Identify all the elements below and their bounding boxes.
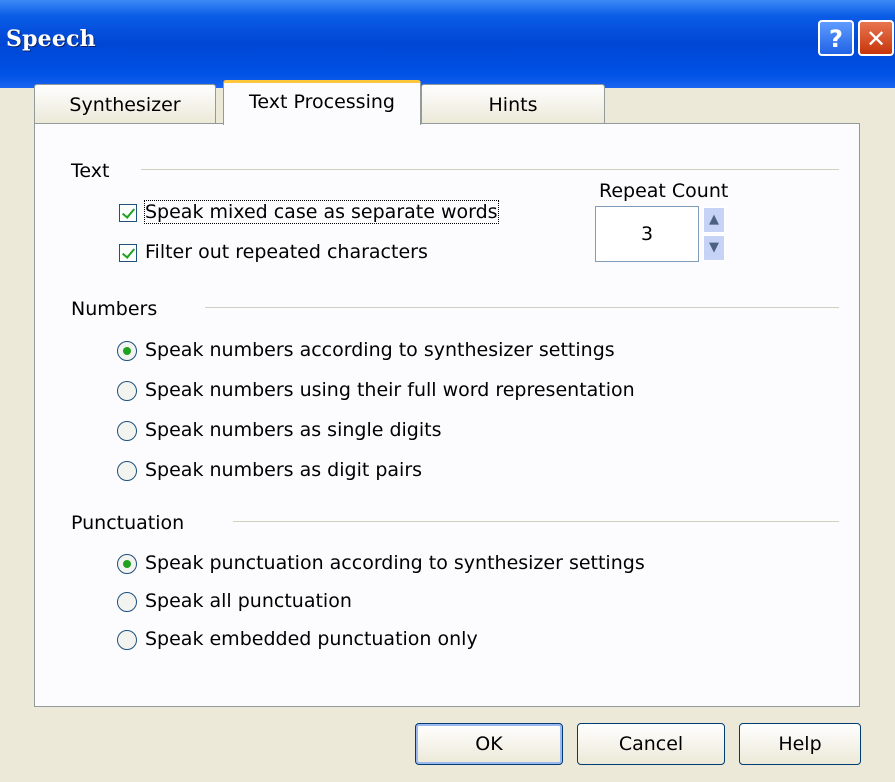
text-processing-panel: Text Speak mixed case as separate words … bbox=[34, 123, 860, 707]
repeat-count-input[interactable]: 3 bbox=[595, 206, 699, 262]
window-title: Speech bbox=[6, 26, 96, 52]
help-icon[interactable]: ? bbox=[818, 20, 854, 56]
numbers-full-word-radio[interactable] bbox=[117, 381, 137, 401]
repeat-count-label: Repeat Count bbox=[599, 180, 729, 202]
mixed-case-label[interactable]: Speak mixed case as separate words bbox=[144, 200, 499, 224]
numbers-digit-pairs-label[interactable]: Speak numbers as digit pairs bbox=[145, 459, 422, 481]
mixed-case-checkbox[interactable] bbox=[119, 204, 137, 222]
numbers-full-word-label[interactable]: Speak numbers using their full word repr… bbox=[145, 379, 635, 401]
title-bar[interactable]: Speech ? ✕ bbox=[0, 0, 895, 88]
speech-dialog: Speech ? ✕ Synthesizer Text Processing H… bbox=[0, 0, 895, 782]
close-icon[interactable]: ✕ bbox=[858, 20, 894, 56]
cancel-button[interactable]: Cancel bbox=[577, 723, 725, 765]
tab-text-processing[interactable]: Text Processing bbox=[223, 80, 421, 125]
text-group-divider bbox=[141, 169, 839, 170]
numbers-single-digits-label[interactable]: Speak numbers as single digits bbox=[145, 419, 442, 441]
ok-button[interactable]: OK bbox=[415, 723, 563, 765]
numbers-single-digits-radio[interactable] bbox=[117, 421, 137, 441]
numbers-digit-pairs-radio[interactable] bbox=[117, 461, 137, 481]
punct-embedded-label[interactable]: Speak embedded punctuation only bbox=[145, 628, 478, 650]
numbers-group-divider bbox=[205, 307, 839, 308]
filter-repeated-label[interactable]: Filter out repeated characters bbox=[145, 241, 428, 263]
spin-down-icon[interactable]: ▼ bbox=[703, 235, 725, 261]
numbers-synth-radio[interactable] bbox=[117, 341, 137, 361]
punct-all-label[interactable]: Speak all punctuation bbox=[145, 590, 352, 612]
tab-synthesizer[interactable]: Synthesizer bbox=[34, 84, 216, 124]
numbers-group-label: Numbers bbox=[71, 298, 158, 320]
punct-synth-radio[interactable] bbox=[117, 554, 137, 574]
punct-embedded-radio[interactable] bbox=[117, 630, 137, 650]
text-group-label: Text bbox=[71, 160, 110, 182]
filter-repeated-checkbox[interactable] bbox=[119, 244, 137, 262]
tab-hints[interactable]: Hints bbox=[421, 84, 605, 124]
punctuation-group-label: Punctuation bbox=[71, 512, 185, 534]
punct-all-radio[interactable] bbox=[117, 592, 137, 612]
punct-synth-label[interactable]: Speak punctuation according to synthesiz… bbox=[145, 552, 645, 574]
help-button[interactable]: Help bbox=[739, 723, 861, 765]
punctuation-group-divider bbox=[233, 521, 839, 522]
numbers-synth-label[interactable]: Speak numbers according to synthesizer s… bbox=[145, 339, 615, 361]
spin-up-icon[interactable]: ▲ bbox=[703, 207, 725, 233]
